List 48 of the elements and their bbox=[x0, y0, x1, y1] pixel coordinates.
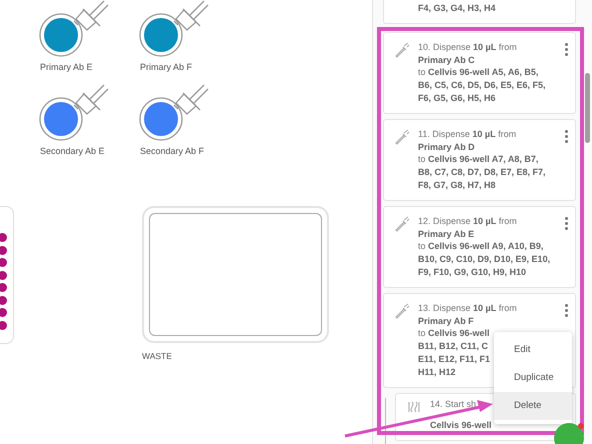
step-text: to Cellvis 96-well A7, A8, B7, bbox=[418, 153, 538, 166]
step-card[interactable]: 11. Dispense 10 µL from Primary Ab D to Cellvis 96-well A7, A8, B7, B8, C7, C8, D7, D8, E7, E8, F7, F8, G7, G8, H7, H8 bbox=[383, 118, 576, 201]
more-options-icon[interactable] bbox=[565, 302, 569, 317]
timeline-line bbox=[385, 398, 386, 444]
step-text: 11. Dispense 10 µL from bbox=[418, 128, 516, 141]
pipette-icon bbox=[394, 128, 410, 145]
step-text: B6, C5, C6, D5, D6, E5, E6, F5, bbox=[418, 79, 546, 92]
step-text: B10, C9, C10, D9, D10, E9, E10, bbox=[418, 253, 550, 266]
step-text: 12. Dispense 10 µL from bbox=[418, 214, 517, 228]
step-text: Primary Ab E bbox=[418, 228, 474, 240]
step-text: F4, G3, G4, H3, H4 bbox=[418, 2, 496, 15]
pipette-icon bbox=[394, 42, 410, 58]
more-options-icon[interactable] bbox=[565, 128, 569, 143]
step-text: H11, H12 bbox=[418, 366, 456, 379]
step-text: 10. Dispense 10 µL from bbox=[418, 40, 517, 54]
step-text: B8, C7, C8, D7, D8, E7, E8, F7, bbox=[418, 166, 546, 179]
waste-container[interactable] bbox=[142, 206, 329, 343]
shaker-icon bbox=[406, 398, 422, 415]
reagent-label: Primary Ab E bbox=[40, 62, 93, 72]
reagent-label: Secondary Ab E bbox=[40, 146, 105, 156]
step-text: Cellvis 96-well bbox=[430, 419, 492, 432]
step-text: Primary Ab F bbox=[418, 314, 474, 328]
step-text: Primary Ab D bbox=[418, 140, 475, 154]
pipette-icon bbox=[394, 302, 410, 319]
step-card[interactable]: 10. Dispense 10 µL from Primary Ab C to Cellvis 96-well A5, A6, B5, B6, C5, C6, D5, D6, E5, E6, F5, F6, G5, G6, H5, H6 bbox=[383, 32, 576, 114]
more-options-icon[interactable] bbox=[565, 214, 569, 230]
step-text: Primary Ab C bbox=[418, 54, 475, 66]
step-text: F9, F10, G9, G10, H9, H10 bbox=[418, 266, 526, 279]
pipette-icon bbox=[394, 216, 410, 232]
step-text: 14. Start sh bbox=[430, 398, 476, 410]
step-text: F8, G7, G8, H7, H8 bbox=[418, 178, 496, 192]
more-options-icon[interactable] bbox=[565, 40, 569, 56]
reagent-label: Secondary Ab F bbox=[140, 146, 204, 156]
step-text: B11, B12, C11, C bbox=[418, 340, 488, 353]
menu-item[interactable]: Edit bbox=[494, 336, 572, 364]
step-card[interactable]: 12. Dispense 10 µL from Primary Ab E to Cellvis 96-well A9, A10, B9, B10, C9, C10, D9, D10, E9, E10, F9, F10, G9, G10, H9, H10 bbox=[383, 206, 576, 288]
scrollbar-thumb[interactable] bbox=[585, 73, 590, 143]
well-plate[interactable] bbox=[0, 206, 14, 344]
step-text: F6, G5, G6, H5, H6 bbox=[418, 92, 496, 105]
menu-item[interactable]: Delete bbox=[494, 392, 572, 420]
waste-label: WASTE bbox=[142, 351, 173, 361]
step-text: E11, E12, F11, F1 bbox=[418, 352, 490, 366]
step-text: 13. Dispense 10 µL from bbox=[418, 302, 517, 315]
reagent-label: Primary Ab F bbox=[140, 62, 192, 72]
step-card[interactable]: F4, G3, G4, H3, H4 bbox=[383, 0, 576, 24]
step-text: to Cellvis 96-well A9, A10, B9, bbox=[418, 240, 544, 254]
step-text: to Cellvis 96-well A5, A6, B5, bbox=[418, 66, 538, 80]
step-text: to Cellvis 96-well bbox=[418, 327, 490, 340]
